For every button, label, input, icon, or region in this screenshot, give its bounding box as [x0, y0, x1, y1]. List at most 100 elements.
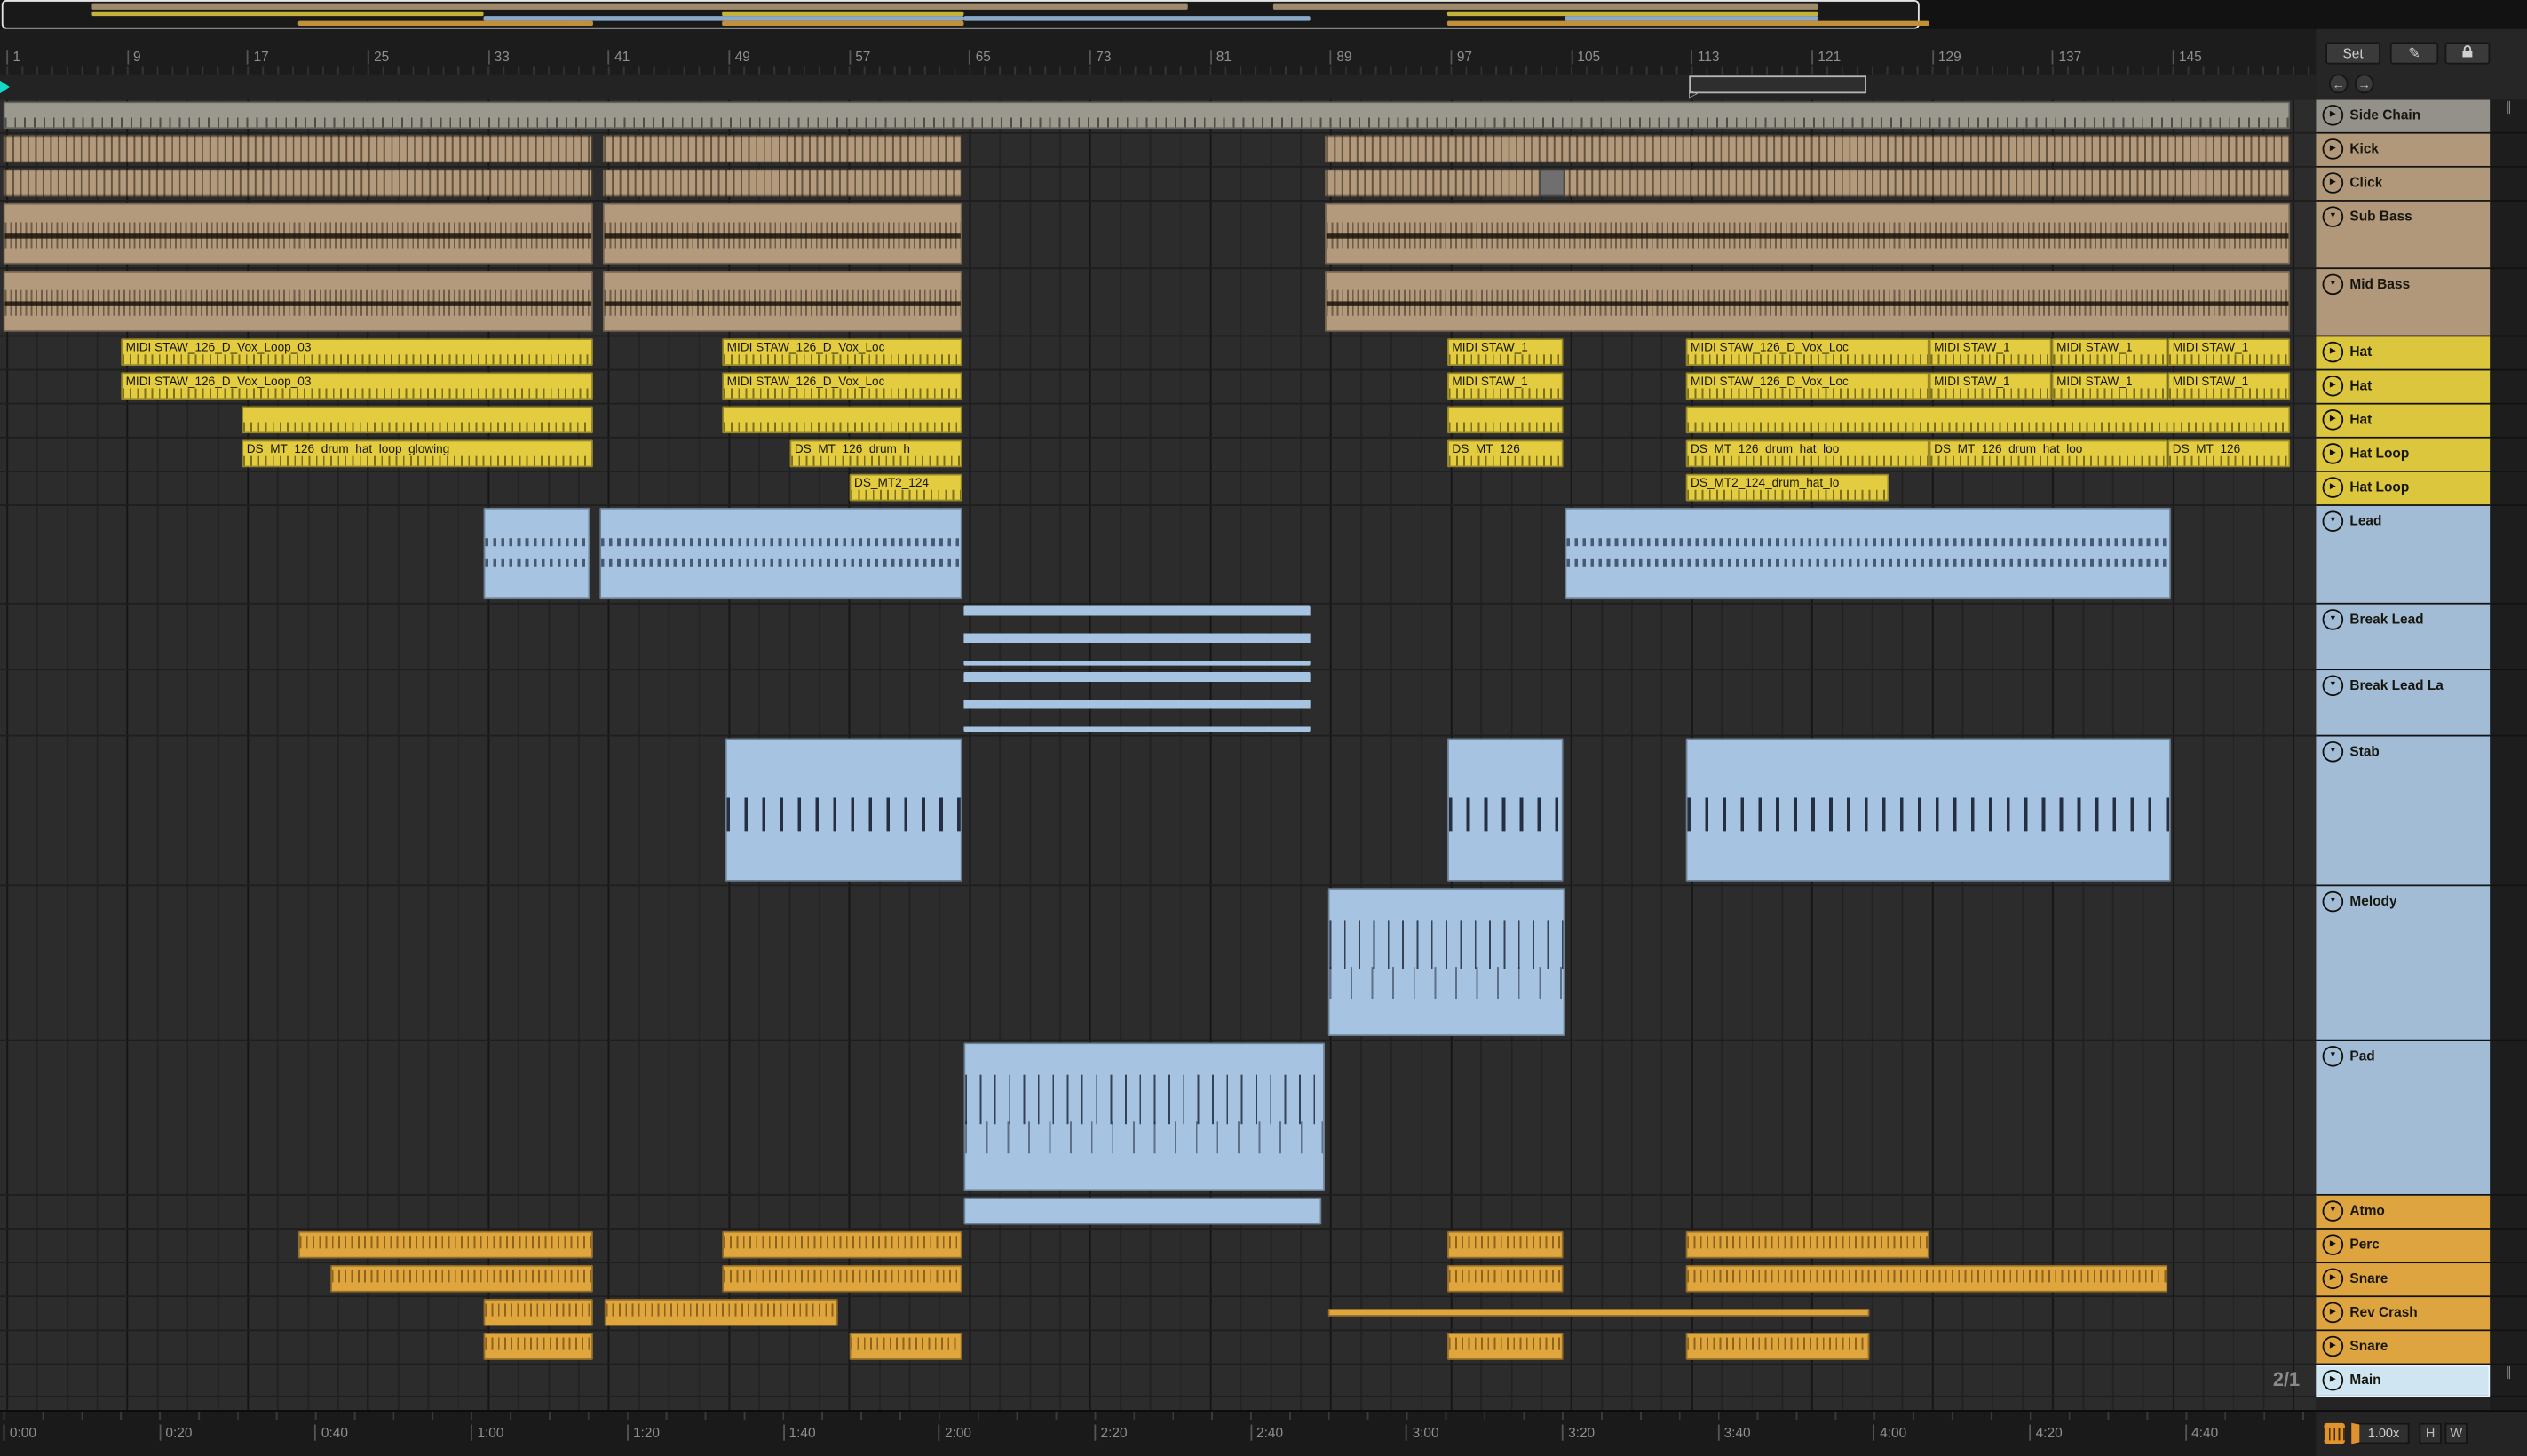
track-lane-lead[interactable]: [0, 506, 2317, 605]
clip[interactable]: MIDI STAW_126_D_Vox_Loc: [722, 372, 962, 400]
track-lane-rev-crash[interactable]: [0, 1297, 2317, 1332]
clip[interactable]: MIDI STAW_1: [1929, 372, 2052, 400]
clip[interactable]: [1325, 135, 2291, 163]
clip[interactable]: [602, 202, 962, 265]
clip[interactable]: MIDI STAW_1: [2051, 338, 2168, 367]
draw-mode-icon[interactable]: ✎: [2389, 42, 2439, 65]
clip[interactable]: [483, 507, 590, 600]
track-header-melody[interactable]: ▼ Melody: [2316, 886, 2491, 1041]
track-lane-snare[interactable]: [0, 1331, 2317, 1365]
bar-ruler[interactable]: 1 9 17 25 33 41 49 57 65 73 81 89 97 105 113 121 129 137 1…: [0, 28, 2317, 76]
clip[interactable]: [1325, 169, 2291, 197]
clip[interactable]: [3, 270, 593, 332]
track-header-rev-crash[interactable]: ▶ Rev Crash: [2316, 1297, 2491, 1332]
clip[interactable]: [963, 1197, 1322, 1225]
clip[interactable]: [722, 1264, 962, 1293]
clip[interactable]: [963, 605, 1311, 666]
play-icon[interactable]: ▶: [2322, 1234, 2344, 1255]
clip[interactable]: [1685, 1264, 2168, 1293]
track-lane-snare[interactable]: [0, 1263, 2317, 1298]
clip[interactable]: DS_MT2_124: [849, 473, 962, 502]
fold-icon[interactable]: ▼: [2322, 273, 2344, 296]
scrub-area[interactable]: ▷: [0, 74, 2317, 102]
clip[interactable]: [1565, 507, 2171, 600]
audio-meter-icon[interactable]: [2324, 1422, 2345, 1444]
time-ruler[interactable]: 0:00 0:20 0:40 1:00 1:20 1:40 2:00 2:20 2:40 3:00…: [0, 1410, 2317, 1456]
clip[interactable]: MIDI STAW_1: [2167, 372, 2291, 400]
track-header-hat-loop[interactable]: ▶ Hat Loop: [2316, 438, 2491, 472]
track-header-atmo[interactable]: ▼ Atmo: [2316, 1195, 2491, 1230]
track-header-stab[interactable]: ▼ Stab: [2316, 736, 2491, 887]
play-icon[interactable]: ▶: [2322, 1302, 2344, 1324]
width-zoom-button[interactable]: W: [2444, 1422, 2468, 1444]
fold-icon[interactable]: ▼: [2322, 675, 2344, 697]
clip[interactable]: MIDI STAW_1: [1446, 372, 1564, 400]
clip[interactable]: [963, 1042, 1326, 1191]
track-header-side-chain[interactable]: ▶ Side Chain: [2316, 99, 2491, 134]
clip[interactable]: [1325, 270, 2291, 332]
clip[interactable]: MIDI STAW_1: [2051, 372, 2168, 400]
clip[interactable]: [1325, 202, 2291, 265]
track-header-break-lead-la[interactable]: ▼ Break Lead La: [2316, 670, 2491, 737]
clip[interactable]: DS_MT_126_drum_hat_loo: [1685, 439, 1929, 468]
clip[interactable]: [242, 406, 593, 434]
clip[interactable]: [1446, 1333, 1564, 1360]
set-button[interactable]: Set: [2325, 42, 2380, 65]
track-header-lead[interactable]: ▼ Lead: [2316, 505, 2491, 605]
fold-icon[interactable]: ▼: [2322, 206, 2344, 227]
track-header-hat[interactable]: ▶ Hat: [2316, 336, 2491, 371]
play-icon[interactable]: ▶: [2322, 1369, 2344, 1391]
track-header-hat-loop[interactable]: ▶ Hat Loop: [2316, 471, 2491, 506]
clip[interactable]: [602, 169, 962, 197]
clip[interactable]: [1685, 738, 2171, 882]
loop-start-marker[interactable]: ▷: [1689, 89, 1698, 100]
clip[interactable]: [1446, 1264, 1564, 1293]
clip[interactable]: [1327, 888, 1565, 1037]
clip[interactable]: DS_MT_126: [2167, 439, 2291, 468]
lock-icon[interactable]: [2444, 42, 2491, 65]
track-lane-click[interactable]: [0, 168, 2317, 202]
fold-icon[interactable]: ▼: [2322, 1200, 2344, 1222]
clip[interactable]: [1446, 1230, 1564, 1259]
clip[interactable]: DS_MT_126_drum_hat_loo: [1929, 439, 2168, 468]
track-header-pad[interactable]: ▼ Pad: [2316, 1041, 2491, 1196]
history-forward-button[interactable]: →: [2354, 74, 2374, 94]
track-lane-hat[interactable]: MIDI STAW_126_D_Vox_Loop_03 MIDI STAW_126…: [0, 370, 2317, 405]
fold-icon[interactable]: ▼: [2322, 890, 2344, 913]
clip[interactable]: DS_MT_126_drum_hat_loop_glowing: [242, 439, 593, 468]
clip[interactable]: DS_MT_126_drum_h: [789, 439, 962, 468]
clip[interactable]: [599, 507, 962, 600]
clip[interactable]: MIDI STAW_126_D_Vox_Loop_03: [121, 372, 593, 400]
track-lane-melody[interactable]: [0, 886, 2317, 1041]
clip[interactable]: [483, 1298, 593, 1326]
history-back-button[interactable]: ←: [2328, 74, 2349, 94]
play-icon[interactable]: ▶: [2322, 443, 2344, 464]
clip[interactable]: MIDI STAW_126_D_Vox_Loop_03: [121, 338, 593, 367]
play-icon[interactable]: ▶: [2322, 477, 2344, 498]
track-lane-stab[interactable]: [0, 737, 2317, 887]
clip[interactable]: [722, 1230, 962, 1259]
clip[interactable]: [1685, 1333, 1870, 1360]
clip[interactable]: MIDI STAW_126_D_Vox_Loc: [1685, 372, 1929, 400]
loop-brace[interactable]: [1689, 75, 1866, 94]
track-header-snare[interactable]: ▶ Snare: [2316, 1331, 2491, 1365]
song-overview[interactable]: [0, 0, 2527, 31]
clip[interactable]: MIDI STAW_126_D_Vox_Loc: [722, 338, 962, 367]
track-lane-side-chain[interactable]: [0, 100, 2317, 134]
clip[interactable]: [1685, 1230, 1929, 1259]
play-icon[interactable]: ▶: [2322, 375, 2344, 397]
arrangement-lanes[interactable]: MIDI STAW_126_D_Vox_Loop_03 MIDI STAW_126…: [0, 99, 2317, 1411]
track-lane-pad[interactable]: [0, 1041, 2317, 1196]
clip[interactable]: [602, 270, 962, 332]
clip[interactable]: [297, 1230, 593, 1259]
play-icon[interactable]: ▶: [2322, 409, 2344, 431]
clip[interactable]: MIDI STAW_1: [2167, 338, 2291, 367]
clip[interactable]: [849, 1333, 962, 1360]
track-header-click[interactable]: ▶ Click: [2316, 167, 2491, 202]
clip[interactable]: [330, 1264, 593, 1293]
clip[interactable]: DS_MT_126: [1446, 439, 1564, 468]
fold-icon[interactable]: ▼: [2322, 1045, 2344, 1067]
playback-speed[interactable]: 1.00x: [2351, 1422, 2410, 1444]
track-lane-hat-loop[interactable]: DS_MT_126_drum_hat_loop_glowing DS_MT_126…: [0, 439, 2317, 472]
play-icon[interactable]: ▶: [2322, 138, 2344, 160]
